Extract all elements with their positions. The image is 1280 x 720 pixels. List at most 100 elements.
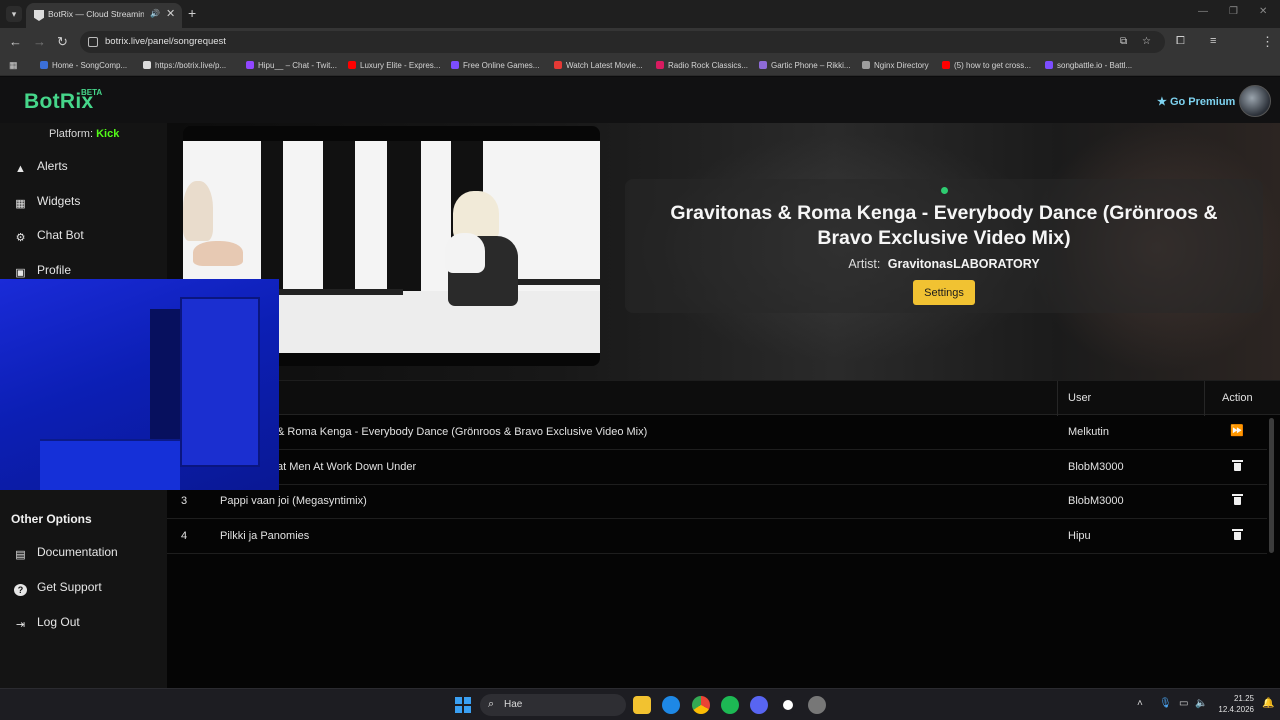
clock-time: 21.25	[1233, 694, 1254, 703]
taskbar-search-box[interactable]: ⌕ Hae	[480, 694, 626, 716]
bookmark-item[interactable]: Gartic Phone – Rikki...	[759, 61, 851, 70]
edge-browser-icon[interactable]	[662, 696, 680, 714]
user-avatar[interactable]	[1239, 85, 1271, 117]
shield-icon	[34, 10, 44, 21]
bookmarks-bar: ▦ Home - SongComp... https://botrix.live…	[0, 56, 1280, 76]
bookmark-item[interactable]: Luxury Elite - Expres...	[348, 61, 440, 70]
chevron-up-icon[interactable]: ˄	[1137, 698, 1143, 709]
bookmark-item[interactable]: Watch Latest Movie...	[554, 61, 643, 70]
skip-forward-icon[interactable]: ⏩	[1230, 424, 1244, 438]
column-header-user: User	[1068, 392, 1092, 404]
bookmark-favicon-icon	[862, 61, 870, 69]
bookmark-favicon-icon	[451, 61, 459, 69]
browser-tab-active[interactable]: BotRix — Cloud Streaming I 🔊 ✕	[26, 3, 182, 28]
now-playing-title: Gravitonas & Roma Kenga - Everybody Danc…	[670, 202, 1218, 249]
row-number: 4	[181, 530, 188, 542]
obs-icon[interactable]	[779, 696, 797, 714]
bookmark-item[interactable]: Nginx Directory	[862, 61, 929, 70]
url-text[interactable]: botrix.live/panel/songrequest	[105, 36, 226, 47]
artist-name: GravitonasLABORATORY	[887, 257, 1040, 271]
live-status-dot	[941, 187, 948, 194]
app-icon[interactable]	[808, 696, 826, 714]
logout-icon: ⇥	[15, 619, 26, 631]
microphone-icon[interactable]: 🎙	[1159, 698, 1172, 709]
file-explorer-icon[interactable]	[633, 696, 651, 714]
bookmark-favicon-icon	[246, 61, 254, 69]
extensions-icon[interactable]: ⧠	[1176, 35, 1185, 48]
sidebar-item-chat-bot[interactable]: ⚙ Chat Bot	[14, 228, 84, 244]
settings-button[interactable]: Settings	[913, 280, 975, 305]
bookmark-item[interactable]: Radio Rock Classics...	[656, 61, 748, 70]
translate-icon[interactable]: ⧉	[1120, 36, 1127, 47]
tab-title: BotRix — Cloud Streaming I	[48, 9, 144, 19]
artist-label: Artist:	[848, 257, 881, 271]
apps-grid-icon[interactable]: ▦	[9, 60, 18, 71]
bookmark-item[interactable]: songbattle.io - Battl...	[1045, 61, 1132, 70]
sidebar-item-documentation[interactable]: ▤ Documentation	[14, 545, 117, 561]
discord-icon[interactable]	[750, 696, 768, 714]
taskbar-search-placeholder: Hae	[504, 699, 523, 710]
reload-icon[interactable]: ↻	[57, 34, 68, 50]
minimize-icon[interactable]: —	[1198, 6, 1208, 17]
address-bar[interactable]: botrix.live/panel/songrequest ⧉ ☆	[80, 31, 1165, 53]
bookmark-star-icon[interactable]: ☆	[1142, 36, 1151, 47]
close-tab-icon[interactable]: ✕	[166, 7, 175, 20]
site-info-icon[interactable]	[88, 37, 98, 47]
column-header-action: Action	[1222, 392, 1253, 404]
speaker-icon[interactable]: 🔊	[150, 9, 160, 18]
webcam-door	[180, 297, 260, 467]
now-playing-panel: Gravitonas & Roma Kenga - Everybody Danc…	[167, 123, 1280, 380]
sidebar-item-widgets[interactable]: ▦ Widgets	[14, 194, 80, 210]
chrome-icon[interactable]	[692, 696, 710, 714]
back-icon[interactable]: ←	[9, 34, 22, 49]
table-row: at Men At Work Down Under BlobM3000	[167, 450, 1267, 485]
sidebar-item-alerts[interactable]: ▲ Alerts	[14, 159, 68, 175]
bookmark-item[interactable]: Home - SongComp...	[40, 61, 127, 70]
browser-tab-strip: ▾ BotRix — Cloud Streaming I 🔊 ✕ + — ❐ ✕	[0, 0, 1280, 28]
clock-date: 12.4.2026	[1218, 705, 1254, 714]
sidebar-item-label: Widgets	[37, 194, 81, 208]
network-icon[interactable]: ▭	[1179, 698, 1188, 709]
beta-badge: BETA	[81, 88, 103, 97]
robot-icon: ⚙	[15, 232, 26, 244]
spotify-icon[interactable]	[721, 696, 739, 714]
platform-label: Platform:	[49, 128, 94, 140]
bookmark-item[interactable]: Hipu__ – Chat - Twit...	[246, 61, 337, 70]
reading-list-icon[interactable]: ≡	[1210, 35, 1216, 47]
row-user: BlobM3000	[1068, 495, 1124, 507]
sidebar-item-get-support[interactable]: ? Get Support	[14, 580, 102, 596]
browser-toolbar: ← → ↻ botrix.live/panel/songrequest ⧉ ☆ …	[0, 28, 1280, 75]
new-tab-button[interactable]: +	[188, 5, 196, 21]
sidebar-item-profile[interactable]: ▣ Profile	[14, 263, 71, 279]
trash-icon[interactable]	[1232, 494, 1243, 505]
bookmark-item[interactable]: (5) how to get cross...	[942, 61, 1031, 70]
volume-icon[interactable]: 🔈	[1195, 698, 1207, 709]
maximize-icon[interactable]: ❐	[1229, 6, 1238, 17]
bookmark-item[interactable]: Free Online Games...	[451, 61, 539, 70]
bookmark-item[interactable]: https://botrix.live/p...	[143, 61, 226, 70]
row-song-title: Pilkki ja Panomies	[220, 530, 310, 542]
bookmark-favicon-icon	[40, 61, 48, 69]
forward-icon[interactable]: →	[33, 34, 46, 49]
queue-scrollbar[interactable]	[1269, 418, 1274, 553]
go-premium-link[interactable]: ★ Go Premium	[1157, 95, 1235, 108]
close-window-icon[interactable]: ✕	[1259, 6, 1267, 17]
sidebar-item-label: Profile	[37, 263, 72, 277]
platform-indicator: Platform: Kick	[49, 128, 119, 140]
row-user: Hipu	[1068, 530, 1091, 542]
tab-search-button[interactable]: ▾	[6, 6, 22, 22]
row-song-title: Pappi vaan joi (Megasyntimix)	[220, 495, 367, 507]
bookmark-favicon-icon	[143, 61, 151, 69]
windows-start-icon[interactable]	[455, 697, 471, 713]
sidebar-item-log-out[interactable]: ⇥ Log Out	[14, 615, 80, 631]
sidebar-item-label: Chat Bot	[37, 228, 84, 242]
search-icon: ⌕	[488, 698, 495, 710]
trash-icon[interactable]	[1232, 529, 1243, 540]
row-song-title: & Roma Kenga - Everybody Dance (Grönroos…	[277, 426, 648, 438]
webcam-overlay	[0, 279, 279, 490]
notification-bell-icon[interactable]: 🔔	[1262, 698, 1274, 709]
menu-dots-icon[interactable]: ⋮	[1261, 34, 1274, 50]
row-song-title: at Men At Work Down Under	[277, 461, 417, 473]
taskbar-clock[interactable]: 21.25 12.4.2026	[1212, 693, 1254, 715]
trash-icon[interactable]	[1232, 460, 1243, 471]
